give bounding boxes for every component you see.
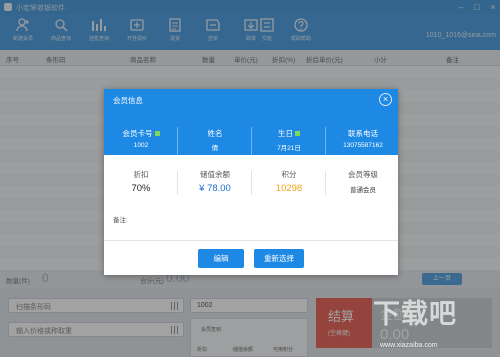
phone-value: 13075587162 <box>343 142 383 149</box>
dialog-footer: 编辑 重新选择 <box>104 240 398 275</box>
member-info-dialog: 会员信息 × 会员卡号 1002 姓名 倩 生日 7月21日 联系电话 1307… <box>104 89 398 275</box>
card-number-label: 会员卡号 <box>122 129 153 138</box>
card-number-value: 1002 <box>133 142 149 149</box>
discount-value: 70% <box>131 183 151 194</box>
points-label: 积分 <box>281 170 297 179</box>
flag-icon <box>295 131 300 136</box>
phone-field: 联系电话 13075587162 <box>326 128 400 149</box>
balance-label: 储值余额 <box>200 170 230 179</box>
birthday-label: 生日 <box>278 129 293 138</box>
level-label: 会员等级 <box>348 170 378 179</box>
balance-value: ¥ 78.00 <box>199 183 231 194</box>
edit-button[interactable]: 编辑 <box>198 249 244 268</box>
dialog-header: 会员信息 × <box>104 89 398 109</box>
dialog-close-button[interactable]: × <box>379 93 392 106</box>
name-value: 倩 <box>211 145 219 152</box>
member-stats: 折扣 70% 储值余额 ¥ 78.00 积分 10298 会员等级 普通会员 <box>104 169 398 199</box>
dialog-title: 会员信息 <box>113 96 143 105</box>
note-label: 备注: <box>113 217 128 224</box>
level-stat: 会员等级 普通会员 <box>326 169 400 194</box>
points-value: 10298 <box>275 183 303 194</box>
phone-label: 联系电话 <box>348 129 378 138</box>
member-info-band: 会员卡号 1002 姓名 倩 生日 7月21日 联系电话 13075587162 <box>104 109 398 155</box>
points-stat: 积分 10298 <box>252 169 326 194</box>
card-number-field: 会员卡号 1002 <box>104 128 178 149</box>
level-value: 普通会员 <box>350 187 376 194</box>
watermark-url: www.xiazaiba.com <box>380 342 438 349</box>
name-field: 姓名 倩 <box>178 128 252 152</box>
balance-stat: 储值余额 ¥ 78.00 <box>178 169 252 194</box>
watermark-logo: 下载吧 <box>373 299 457 329</box>
discount-label: 折扣 <box>133 170 149 179</box>
flag-icon <box>154 131 160 136</box>
birthday-field: 生日 7月21日 <box>252 128 326 152</box>
reselect-button[interactable]: 重新选择 <box>254 249 304 268</box>
name-label: 姓名 <box>207 129 223 138</box>
discount-stat: 折扣 70% <box>104 169 178 194</box>
birthday-value: 7月21日 <box>277 145 301 152</box>
